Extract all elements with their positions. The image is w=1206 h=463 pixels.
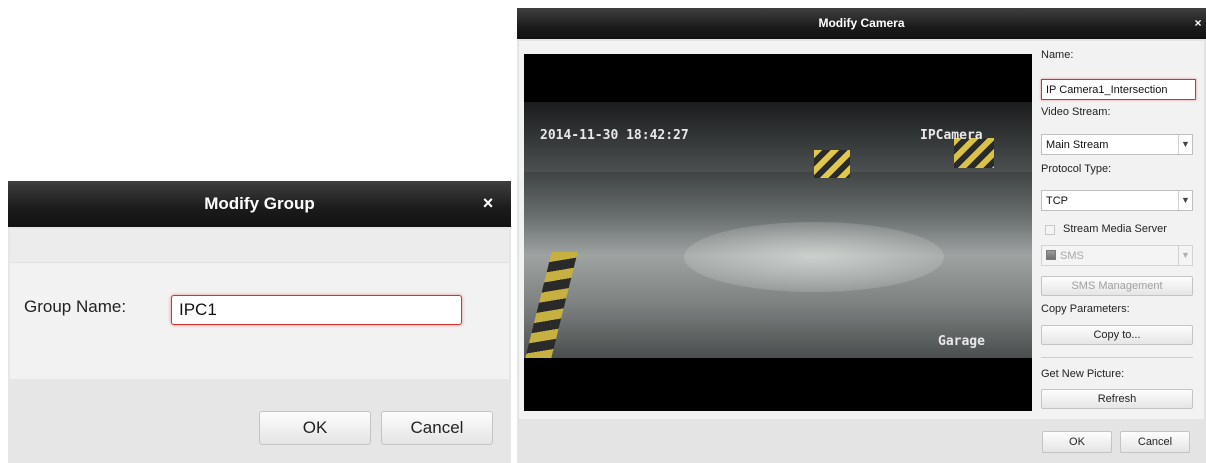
ok-button[interactable]: OK	[1042, 431, 1112, 453]
camera-preview: 2014-11-30 18:42:27 IPCamera Garage	[524, 54, 1032, 411]
video-stream-value: Main Stream	[1046, 139, 1109, 151]
sms-management-button[interactable]: SMS Management	[1041, 276, 1193, 296]
protocol-type-label: Protocol Type:	[1041, 163, 1112, 175]
sms-value: SMS	[1060, 250, 1084, 262]
chevron-down-icon[interactable]: ▼	[1178, 246, 1192, 265]
group-name-input[interactable]: IPC1	[171, 295, 462, 325]
stream-media-server-label: Stream Media Server	[1063, 223, 1167, 235]
name-label: Name:	[1041, 49, 1074, 61]
preview-pillar	[814, 150, 850, 178]
name-input[interactable]: IP Camera1_Intersection	[1041, 79, 1196, 100]
video-stream-label: Video Stream:	[1041, 106, 1111, 118]
cancel-button[interactable]: Cancel	[381, 411, 493, 445]
get-new-picture-label: Get New Picture:	[1041, 368, 1125, 380]
osd-timestamp: 2014-11-30 18:42:27	[540, 128, 689, 143]
preview-curb	[524, 252, 578, 358]
cancel-button[interactable]: Cancel	[1120, 431, 1190, 453]
close-icon[interactable]: ×	[479, 194, 497, 212]
chevron-down-icon[interactable]: ▼	[1178, 135, 1192, 154]
sms-select[interactable]: SMS ▼	[1041, 245, 1193, 266]
body-header-strip	[10, 229, 509, 263]
refresh-button[interactable]: Refresh	[1041, 389, 1193, 409]
dialog-title: Modify Group	[204, 194, 315, 213]
preview-floor-reflection	[684, 222, 944, 292]
divider	[1041, 357, 1193, 358]
group-name-label: Group Name:	[24, 297, 127, 316]
chevron-down-icon[interactable]: ▼	[1178, 191, 1192, 210]
copy-parameters-label: Copy Parameters:	[1041, 303, 1130, 315]
protocol-type-select[interactable]: TCP ▼	[1041, 190, 1193, 211]
video-stream-select[interactable]: Main Stream ▼	[1041, 134, 1193, 155]
stream-media-server-checkbox[interactable]	[1045, 225, 1055, 235]
server-icon	[1046, 250, 1056, 260]
dialog-content: 2014-11-30 18:42:27 IPCamera Garage Name…	[519, 41, 1204, 419]
protocol-type-value: TCP	[1046, 195, 1068, 207]
osd-location: Garage	[938, 334, 985, 349]
osd-camera-name: IPCamera	[920, 128, 983, 143]
modify-camera-dialog: Modify Camera × 2014-11-30 18:42:27 IPCa…	[517, 8, 1206, 463]
dialog-title: Modify Camera	[818, 16, 905, 30]
close-icon[interactable]: ×	[1192, 16, 1204, 30]
ok-button[interactable]: OK	[259, 411, 371, 445]
copy-to-button[interactable]: Copy to...	[1041, 325, 1193, 345]
camera-settings-panel: Name: IP Camera1_Intersection Video Stre…	[1041, 41, 1204, 419]
modify-group-dialog: Modify Group × Group Name: IPC1 OK Cance…	[8, 181, 511, 463]
